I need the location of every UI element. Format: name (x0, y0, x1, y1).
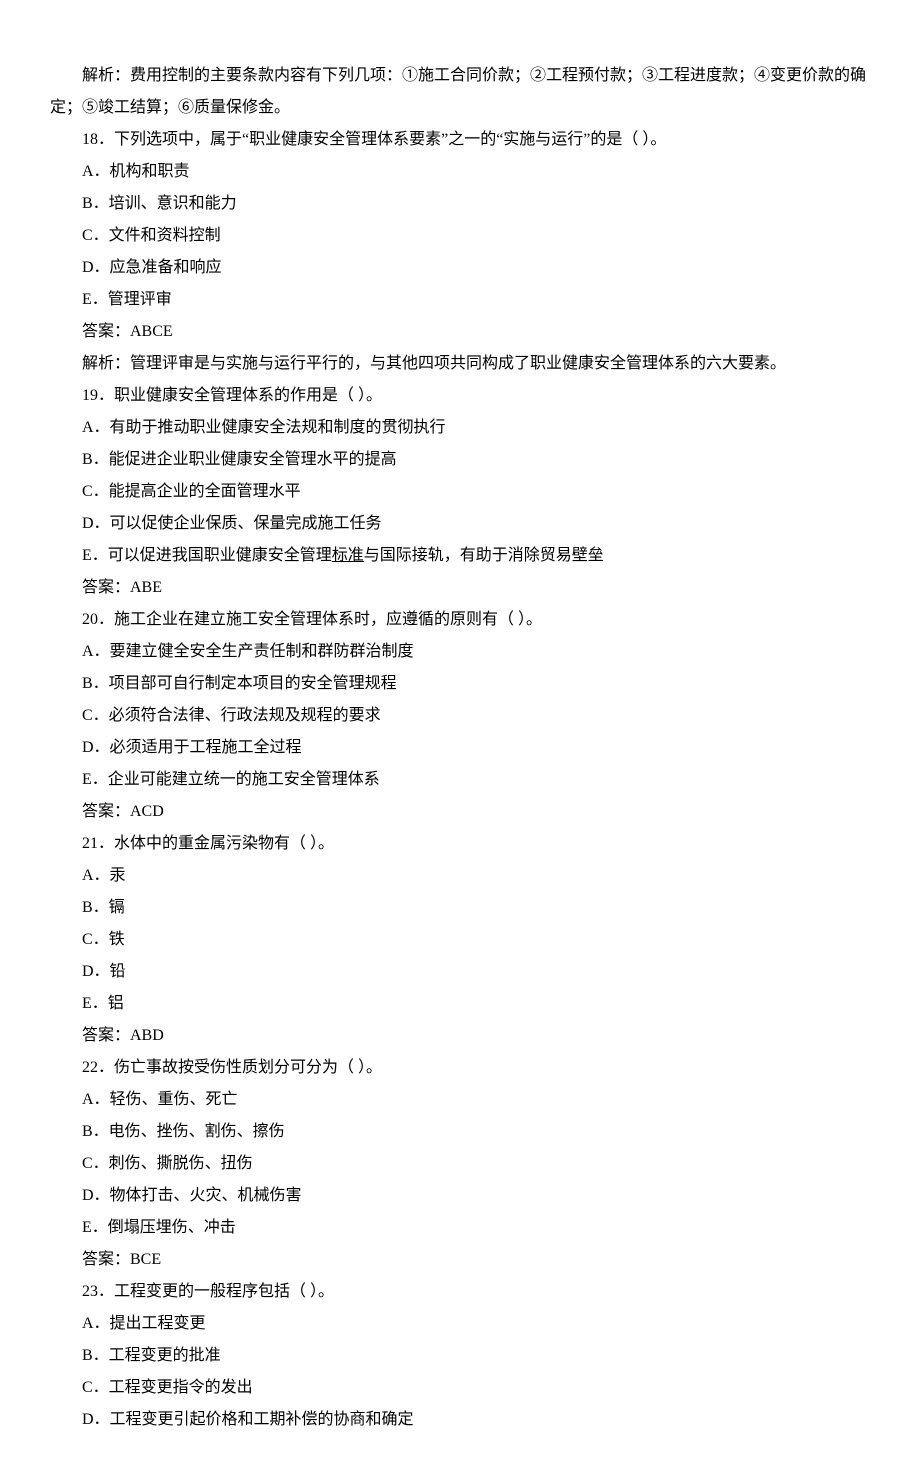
text-line: E．企业可能建立统一的施工安全管理体系 (50, 764, 870, 796)
text-line: 答案：BCE (50, 1244, 870, 1276)
text-line: 20．施工企业在建立施工安全管理体系时，应遵循的原则有（ ）。 (50, 604, 870, 636)
text-line: D．铅 (50, 956, 870, 988)
text-line: C．必须符合法律、行政法规及规程的要求 (50, 700, 870, 732)
text-line: A．轻伤、重伤、死亡 (50, 1084, 870, 1116)
text-line: 答案：ACD (50, 796, 870, 828)
text-line: D．可以促使企业保质、保量完成施工任务 (50, 508, 870, 540)
text-line: D．应急准备和响应 (50, 252, 870, 284)
text-line: B．镉 (50, 892, 870, 924)
text-line: B．项目部可自行制定本项目的安全管理规程 (50, 668, 870, 700)
text-line: C．工程变更指令的发出 (50, 1372, 870, 1404)
text-line: 18．下列选项中，属于“职业健康安全管理体系要素”之一的“实施与运行”的是（ ）… (50, 124, 870, 156)
text-line: 解析：管理评审是与实施与运行平行的，与其他四项共同构成了职业健康安全管理体系的六… (50, 348, 870, 380)
text-line: C．铁 (50, 924, 870, 956)
text-line: E．铝 (50, 988, 870, 1020)
text-line: A．机构和职责 (50, 156, 870, 188)
text-line: E．可以促进我国职业健康安全管理标准与国际接轨，有助于消除贸易壁垒 (50, 540, 870, 572)
text-line: C．刺伤、撕脱伤、扭伤 (50, 1148, 870, 1180)
text-line: 答案：ABD (50, 1020, 870, 1052)
text-line: 23．工程变更的一般程序包括（ ）。 (50, 1276, 870, 1308)
text-line: 19．职业健康安全管理体系的作用是（ ）。 (50, 380, 870, 412)
text-line: A．有助于推动职业健康安全法规和制度的贯彻执行 (50, 412, 870, 444)
text-line: D．物体打击、火灾、机械伤害 (50, 1180, 870, 1212)
text-line: B．培训、意识和能力 (50, 188, 870, 220)
text-line: 答案：ABE (50, 572, 870, 604)
text-line: E．倒塌压埋伤、冲击 (50, 1212, 870, 1244)
text-line: A．汞 (50, 860, 870, 892)
text-line: D．工程变更引起价格和工期补偿的协商和确定 (50, 1404, 870, 1436)
text-line: 21．水体中的重金属污染物有（ ）。 (50, 828, 870, 860)
text-line: 答案：ABCE (50, 316, 870, 348)
text-line: B．电伤、挫伤、割伤、擦伤 (50, 1116, 870, 1148)
text-line: E．管理评审 (50, 284, 870, 316)
text-line: B．能促进企业职业健康安全管理水平的提高 (50, 444, 870, 476)
text-line: 解析：费用控制的主要条款内容有下列几项：①施工合同价款；②工程预付款；③工程进度… (50, 60, 870, 124)
text-line: 22．伤亡事故按受伤性质划分可分为（ ）。 (50, 1052, 870, 1084)
text-line: C．文件和资料控制 (50, 220, 870, 252)
text-line: D．必须适用于工程施工全过程 (50, 732, 870, 764)
text-line: B．工程变更的批准 (50, 1340, 870, 1372)
text-line: A．要建立健全安全生产责任制和群防群治制度 (50, 636, 870, 668)
text-line: C．能提高企业的全面管理水平 (50, 476, 870, 508)
text-line: A．提出工程变更 (50, 1308, 870, 1340)
underlined-text: 标准 (332, 547, 364, 564)
